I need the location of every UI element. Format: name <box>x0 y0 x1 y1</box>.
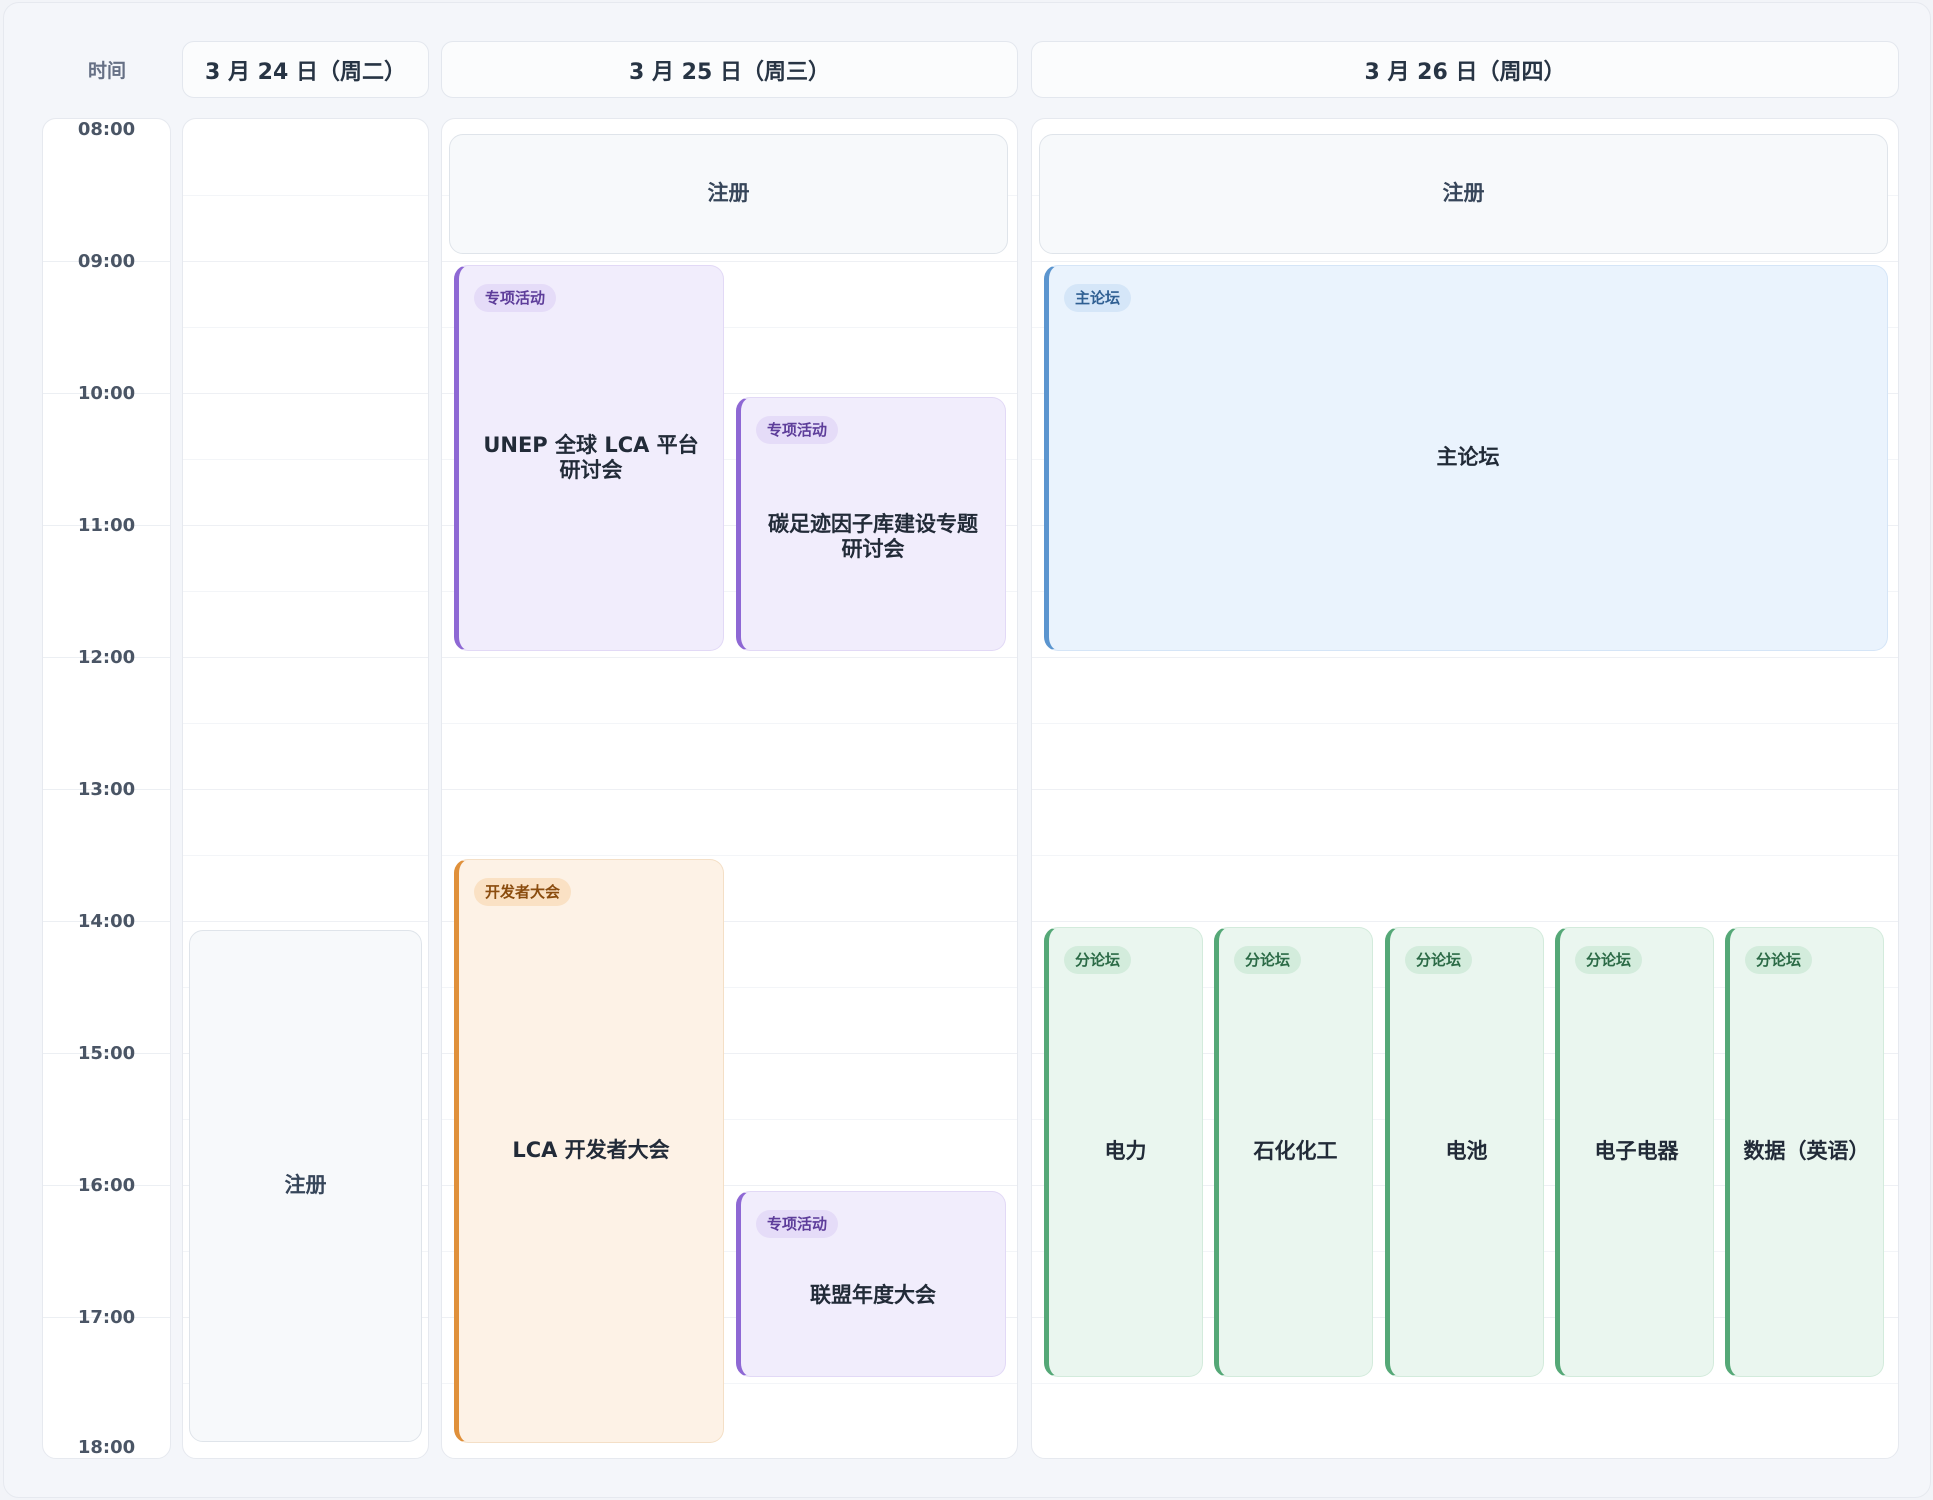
time-axis: 08:00 09:00 10:00 11:00 12:00 13:00 14:0… <box>42 118 171 1459</box>
grid-line <box>183 723 428 724</box>
event-title: 联盟年度大会 <box>810 1283 936 1308</box>
day-column-mar24: 注册 <box>182 118 429 1459</box>
event-tag: 专项活动 <box>474 284 557 312</box>
grid-line <box>183 789 428 790</box>
event-title: 注册 <box>1442 181 1485 206</box>
event-title: 石化化工 <box>1253 1139 1338 1164</box>
event-tag: 专项活动 <box>756 1210 839 1238</box>
event-title: 注册 <box>284 1173 327 1198</box>
event-tag: 分论坛 <box>1745 946 1813 974</box>
grid-line <box>1032 1383 1898 1384</box>
event-subforum-petrochemical[interactable]: 分论坛 石化化工 <box>1214 927 1373 1377</box>
event-tag: 分论坛 <box>1575 946 1643 974</box>
event-lca-developer-conference[interactable]: 开发者大会 LCA 开发者大会 <box>454 859 724 1443</box>
event-tag: 主论坛 <box>1064 284 1132 312</box>
grid-line <box>183 459 428 460</box>
grid-line <box>183 591 428 592</box>
event-title: 注册 <box>707 181 750 206</box>
grid-line <box>442 657 1017 658</box>
time-label: 15:00 <box>77 1043 136 1064</box>
time-label: 11:00 <box>77 515 136 536</box>
day-column-mar25: 注册 专项活动 UNEP 全球 LCA 平台研讨会 专项活动 碳足迹因子库建设专… <box>441 118 1018 1459</box>
day-column-mar26: 注册 主论坛 主论坛 分论坛 电力 分论坛 石化化工 分论坛 电池 分论坛 电子… <box>1031 118 1899 1459</box>
grid-line <box>183 327 428 328</box>
grid-line <box>1032 261 1898 262</box>
grid-line <box>1032 657 1898 658</box>
day-header-mar26: 3 月 26 日（周四） <box>1031 41 1899 98</box>
time-label: 14:00 <box>77 911 136 932</box>
grid-line <box>1032 789 1898 790</box>
event-title: 碳足迹因子库建设专题研讨会 <box>768 511 978 561</box>
schedule-frame: 时间 3 月 24 日（周二） 3 月 25 日（周三） 3 月 26 日（周四… <box>3 2 1931 1498</box>
event-title: 电池 <box>1445 1139 1488 1164</box>
day-header-mar25: 3 月 25 日（周三） <box>441 41 1018 98</box>
event-registration[interactable]: 注册 <box>449 134 1008 254</box>
event-carbon-factor-workshop[interactable]: 专项活动 碳足迹因子库建设专题研讨会 <box>736 397 1006 651</box>
grid-line <box>442 789 1017 790</box>
event-title: LCA 开发者大会 <box>512 1138 670 1163</box>
time-label: 12:00 <box>77 647 136 668</box>
grid-line <box>183 921 428 922</box>
time-label: 10:00 <box>77 383 136 404</box>
event-title: 主论坛 <box>1436 445 1500 470</box>
grid-line <box>1032 921 1898 922</box>
event-subforum-power[interactable]: 分论坛 电力 <box>1044 927 1203 1377</box>
event-registration[interactable]: 注册 <box>189 930 422 1442</box>
time-column-header: 时间 <box>87 60 126 82</box>
event-subforum-electronics[interactable]: 分论坛 电子电器 <box>1555 927 1714 1377</box>
grid-line <box>183 261 428 262</box>
event-subforum-data-english[interactable]: 分论坛 数据（英语） <box>1725 927 1884 1377</box>
event-tag: 分论坛 <box>1064 946 1132 974</box>
event-title: 电力 <box>1104 1139 1147 1164</box>
event-subforum-battery[interactable]: 分论坛 电池 <box>1385 927 1544 1377</box>
grid-line <box>183 393 428 394</box>
time-label: 18:00 <box>77 1437 136 1458</box>
event-tag: 开发者大会 <box>474 878 572 906</box>
event-alliance-annual-meeting[interactable]: 专项活动 联盟年度大会 <box>736 1191 1006 1377</box>
time-label: 08:00 <box>77 119 136 140</box>
day-header-mar24: 3 月 24 日（周二） <box>182 41 429 98</box>
event-tag: 分论坛 <box>1234 946 1302 974</box>
event-title: 数据（英语） <box>1743 1139 1870 1164</box>
event-title: 电子电器 <box>1594 1139 1679 1164</box>
event-main-forum[interactable]: 主论坛 主论坛 <box>1044 265 1888 651</box>
grid-line <box>183 855 428 856</box>
grid-line <box>442 855 1017 856</box>
event-tag: 专项活动 <box>756 416 839 444</box>
grid-line <box>1032 723 1898 724</box>
event-unep-workshop[interactable]: 专项活动 UNEP 全球 LCA 平台研讨会 <box>454 265 724 651</box>
grid-line <box>183 195 428 196</box>
grid-line <box>183 525 428 526</box>
grid-line <box>183 657 428 658</box>
time-label: 09:00 <box>77 251 136 272</box>
time-label: 16:00 <box>77 1175 136 1196</box>
time-label: 13:00 <box>77 779 136 800</box>
grid-line <box>442 261 1017 262</box>
event-registration[interactable]: 注册 <box>1039 134 1888 254</box>
time-label: 17:00 <box>77 1307 136 1328</box>
grid-line <box>1032 855 1898 856</box>
grid-line <box>442 723 1017 724</box>
event-title: UNEP 全球 LCA 平台研讨会 <box>483 432 699 482</box>
event-tag: 分论坛 <box>1405 946 1473 974</box>
